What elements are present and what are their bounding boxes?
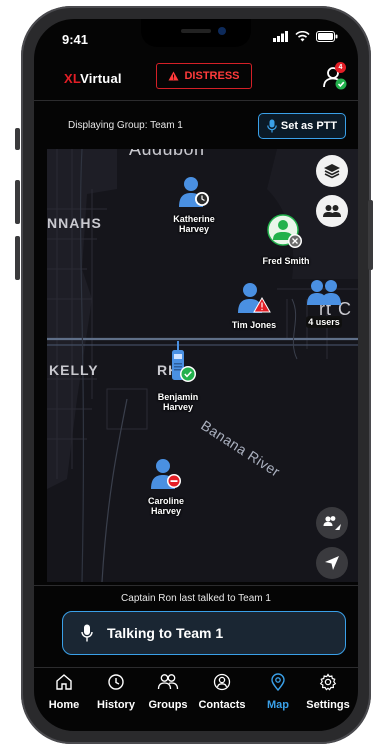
map-view[interactable]: Audubon NNAHS rt C KELLY RK Banana River…: [47, 149, 358, 582]
map-label-audubon: Audubon: [129, 149, 205, 159]
bottom-tab-bar: Home History Groups Contacts Map Setting…: [34, 667, 358, 731]
layers-icon: [324, 164, 340, 179]
app-header: XLVirtual DISTRESS 4: [34, 59, 358, 97]
wifi-icon: [295, 31, 310, 42]
last-talked-text: Captain Ron last talked to Team 1: [121, 593, 271, 604]
map-follow-users-button[interactable]: [316, 507, 348, 539]
brand-logo: XLVirtual: [64, 71, 122, 86]
user-count-label: 4 users: [306, 316, 342, 328]
talking-to-group-bar[interactable]: Talking to Team 1: [62, 611, 346, 655]
warning-icon: [168, 71, 179, 81]
map-user-fred-smith[interactable]: Fred Smith: [251, 213, 321, 266]
user-name-line1: Caroline: [147, 496, 184, 506]
speaker: [181, 29, 211, 33]
user-name-line1: Katherine: [173, 214, 215, 224]
battery-icon: [316, 31, 338, 42]
tab-map[interactable]: Map: [252, 673, 304, 711]
notification-badge: 4: [335, 62, 346, 73]
map-layers-button[interactable]: [316, 155, 348, 187]
tab-label: Home: [48, 699, 80, 711]
brand-suffix: Virtual: [80, 71, 122, 86]
ptt-label: Set as PTT: [280, 120, 338, 132]
contacts-icon: [213, 673, 231, 691]
distress-label: DISTRESS: [184, 70, 240, 82]
map-my-location-button[interactable]: [316, 547, 348, 579]
tab-label: Map: [267, 699, 289, 711]
navigation-arrow-icon: [325, 556, 339, 570]
user-name-line2: Harvey: [162, 402, 194, 412]
tab-contacts[interactable]: Contacts: [196, 673, 248, 711]
microphone-icon: [81, 624, 93, 642]
map-group-4-users[interactable]: 4 users: [297, 279, 351, 330]
map-pin-icon: [271, 673, 285, 692]
notch: [141, 19, 251, 47]
tab-settings[interactable]: Settings: [302, 673, 354, 711]
user-name-line1: Benjamin: [157, 392, 199, 402]
groups-icon: [157, 674, 179, 690]
tab-history[interactable]: History: [90, 673, 142, 711]
app-screen: 9:41 XLVirtual DISTRESS 4 Displaying Gro…: [34, 19, 358, 731]
map-label-nnahs: NNAHS: [47, 215, 102, 231]
people-icon: [323, 205, 341, 217]
signal-icon: [273, 31, 288, 42]
tab-label: History: [97, 699, 135, 711]
map-label-kelly: KELLY: [49, 362, 99, 378]
map-groups-button[interactable]: [316, 195, 348, 227]
status-icons: [273, 31, 338, 42]
distress-button[interactable]: DISTRESS: [156, 63, 252, 89]
tab-label: Groups: [148, 699, 188, 711]
camera: [218, 27, 226, 35]
user-busy-pin-icon: [151, 459, 181, 489]
volume-up-button: [15, 180, 20, 224]
user-name-line2: Harvey: [150, 506, 182, 516]
set-as-ptt-button[interactable]: Set as PTT: [258, 113, 346, 139]
volume-down-button: [15, 236, 20, 280]
tab-home[interactable]: Home: [38, 673, 90, 711]
brand-prefix: XL: [64, 71, 81, 86]
tab-label: Contacts: [198, 699, 246, 711]
microphone-icon: [267, 119, 277, 133]
map-divider: [34, 585, 358, 586]
mute-switch: [15, 128, 20, 150]
group-row: Displaying Group: Team 1 Set as PTT: [34, 111, 358, 141]
map-user-benjamin-harvey[interactable]: Benjamin Harvey: [143, 341, 213, 412]
user-name-line2: Harvey: [178, 224, 210, 234]
user-name-line1: Fred Smith: [262, 256, 310, 266]
group-pin-icon: [307, 280, 341, 305]
profile-button[interactable]: 4: [322, 62, 348, 91]
talking-to-label: Talking to Team 1: [107, 625, 224, 641]
header-divider: [34, 100, 358, 101]
tab-groups[interactable]: Groups: [142, 673, 194, 711]
user-pin-icon: [179, 177, 209, 207]
user-offline-pin-icon: [267, 214, 302, 248]
map-user-tim-jones[interactable]: Tim Jones: [219, 281, 289, 330]
tab-label: Settings: [306, 699, 350, 711]
gear-icon: [319, 673, 337, 691]
map-user-caroline-harvey[interactable]: Caroline Harvey: [131, 457, 201, 516]
clock-icon: [108, 674, 124, 690]
displaying-group-text: Displaying Group: Team 1: [68, 120, 183, 131]
user-warning-pin-icon: [238, 283, 271, 313]
radio-device-pin-icon: [172, 341, 196, 382]
user-name-line1: Tim Jones: [231, 320, 277, 330]
people-arrow-icon: [323, 516, 341, 530]
status-time: 9:41: [62, 32, 89, 47]
power-button: [368, 200, 373, 270]
map-user-katherine-harvey[interactable]: Katherine Harvey: [159, 175, 229, 234]
home-icon: [56, 674, 72, 690]
